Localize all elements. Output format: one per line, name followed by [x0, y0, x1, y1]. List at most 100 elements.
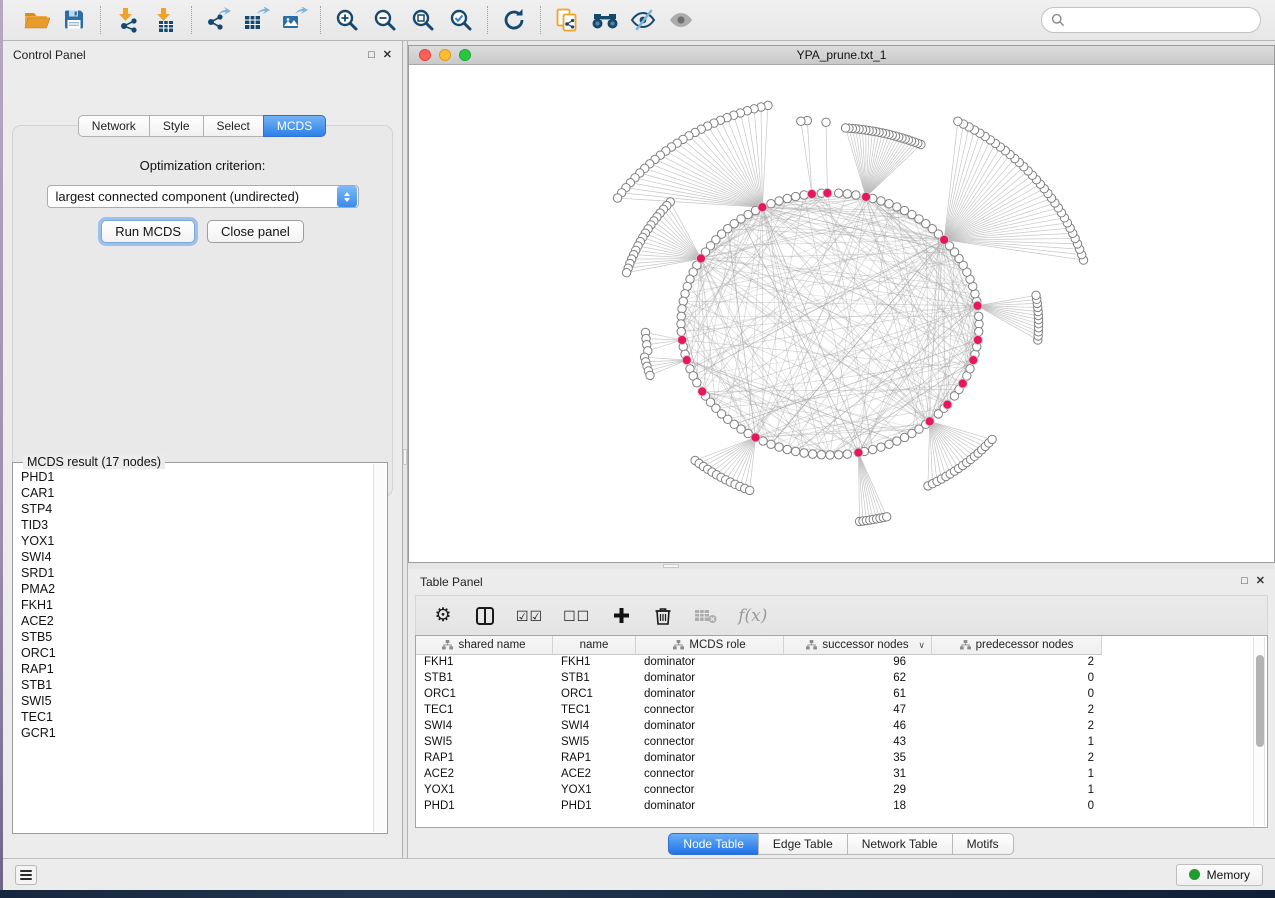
mcds-result-item[interactable]: STP4: [15, 501, 372, 517]
mcds-dominator-node[interactable]: [943, 400, 952, 409]
network-node[interactable]: [900, 206, 908, 214]
export-network-icon[interactable]: [199, 4, 237, 36]
column-header-predecessor-nodes[interactable]: predecessor nodes: [932, 636, 1102, 654]
network-node[interactable]: [834, 189, 842, 197]
network-node[interactable]: [775, 443, 783, 451]
network-node[interactable]: [877, 443, 885, 451]
mcds-result-item[interactable]: CAR1: [15, 485, 372, 501]
network-node[interactable]: [975, 312, 983, 320]
network-node[interactable]: [783, 194, 791, 202]
network-node[interactable]: [869, 445, 877, 453]
column-header-name[interactable]: name: [553, 636, 636, 654]
network-node[interactable]: [826, 451, 834, 459]
mcds-dominator-node[interactable]: [698, 387, 707, 396]
close-panel-icon[interactable]: ✕: [383, 50, 392, 61]
search-box[interactable]: [1041, 7, 1261, 33]
mcds-dominator-node[interactable]: [925, 417, 934, 426]
mcds-dominator-node[interactable]: [969, 356, 978, 365]
table-row[interactable]: ACE2ACE2connector311: [416, 767, 1102, 783]
add-column-icon[interactable]: [610, 603, 632, 629]
mcds-dominator-node[interactable]: [973, 301, 982, 310]
mcds-dominator-node[interactable]: [973, 335, 982, 344]
export-image-icon[interactable]: [275, 4, 313, 36]
memory-button[interactable]: Memory: [1176, 864, 1263, 886]
column-header-mcds-role[interactable]: MCDS role: [636, 636, 784, 654]
mcds-dominator-node[interactable]: [751, 433, 760, 442]
network-node[interactable]: [843, 450, 851, 458]
mcds-result-item[interactable]: SWI5: [15, 693, 372, 709]
mcds-result-item[interactable]: ACE2: [15, 613, 372, 629]
float-panel-icon[interactable]: □: [1241, 576, 1248, 587]
table-row[interactable]: RAP1RAP1dominator352: [416, 751, 1102, 767]
show-graphics-details-icon[interactable]: [662, 4, 700, 36]
network-node[interactable]: [693, 379, 701, 387]
mcds-result-item[interactable]: PHD1: [15, 469, 372, 485]
tab-network[interactable]: Network: [78, 115, 150, 137]
table-row[interactable]: FKH1FKH1dominator962: [416, 655, 1102, 671]
mcds-dominator-node[interactable]: [958, 379, 967, 388]
table-row[interactable]: ORC1ORC1dominator610: [416, 687, 1102, 703]
refresh-view-icon[interactable]: [495, 4, 533, 36]
open-file-icon[interactable]: [17, 4, 55, 36]
column-layout-icon[interactable]: [474, 603, 496, 629]
table-scrollbar-thumb[interactable]: [1256, 655, 1264, 747]
close-panel-icon[interactable]: ✕: [1256, 576, 1265, 587]
table-scrollbar[interactable]: [1253, 637, 1265, 826]
mcds-result-item[interactable]: PMA2: [15, 581, 372, 597]
network-node[interactable]: [885, 200, 893, 208]
network-node[interactable]: [1032, 291, 1040, 299]
network-node[interactable]: [893, 203, 901, 211]
network-node[interactable]: [677, 327, 685, 335]
mcds-result-scrollbar[interactable]: [373, 464, 386, 832]
zoom-fit-icon[interactable]: [404, 4, 442, 36]
network-node[interactable]: [791, 447, 799, 455]
mcds-result-item[interactable]: RAP1: [15, 661, 372, 677]
tab-node-table[interactable]: Node Table: [668, 833, 759, 855]
mcds-result-item[interactable]: TEC1: [15, 709, 372, 725]
save-session-icon[interactable]: [55, 4, 93, 36]
close-panel-button[interactable]: Close panel: [207, 220, 304, 243]
delete-column-icon[interactable]: [652, 603, 674, 629]
function-builder-icon[interactable]: f(x): [738, 603, 767, 629]
mcds-result-item[interactable]: YOX1: [15, 533, 372, 549]
network-node[interactable]: [745, 486, 753, 494]
table-row[interactable]: SWI5SWI5connector431: [416, 735, 1102, 751]
network-node[interactable]: [800, 449, 808, 457]
zoom-in-icon[interactable]: [328, 4, 366, 36]
mcds-dominator-node[interactable]: [861, 192, 870, 201]
network-node[interactable]: [613, 194, 621, 202]
network-graph-canvas[interactable]: [409, 65, 1274, 562]
import-network-icon[interactable]: [108, 4, 146, 36]
network-node[interactable]: [834, 451, 842, 459]
select-all-icon[interactable]: ☑☑: [516, 603, 543, 629]
first-neighbors-icon[interactable]: [586, 4, 624, 36]
criterion-dropdown[interactable]: largest connected component (undirected): [47, 185, 359, 208]
network-node[interactable]: [954, 117, 962, 125]
zoom-selected-icon[interactable]: [442, 4, 480, 36]
network-node[interactable]: [791, 192, 799, 200]
export-table-icon[interactable]: [237, 4, 275, 36]
mcds-dominator-node[interactable]: [854, 448, 863, 457]
mcds-result-item[interactable]: FKH1: [15, 597, 372, 613]
network-node[interactable]: [841, 124, 849, 132]
mcds-dominator-node[interactable]: [696, 254, 705, 263]
column-header-successor-nodes[interactable]: successor nodes ∨: [784, 636, 932, 654]
network-node[interactable]: [678, 305, 686, 313]
network-node[interactable]: [988, 435, 996, 443]
mcds-dominator-node[interactable]: [807, 189, 816, 198]
mcds-result-item[interactable]: ORC1: [15, 645, 372, 661]
import-table-icon[interactable]: [146, 4, 184, 36]
tab-mcds[interactable]: MCDS: [263, 115, 326, 137]
table-settings-gear-icon[interactable]: ⚙: [432, 603, 454, 629]
network-node[interactable]: [767, 200, 775, 208]
zoom-out-icon[interactable]: [366, 4, 404, 36]
tab-network-table[interactable]: Network Table: [847, 833, 953, 855]
sort-descending-icon[interactable]: ∨: [918, 640, 925, 651]
tab-select[interactable]: Select: [203, 115, 264, 137]
mcds-dominator-node[interactable]: [682, 356, 691, 365]
table-row[interactable]: TEC1TEC1connector472: [416, 703, 1102, 719]
mcds-dominator-node[interactable]: [823, 188, 832, 197]
tab-edge-table[interactable]: Edge Table: [758, 833, 848, 855]
table-row[interactable]: PHD1PHD1dominator180: [416, 799, 1102, 815]
network-view-titlebar[interactable]: YPA_prune.txt_1: [409, 46, 1274, 65]
